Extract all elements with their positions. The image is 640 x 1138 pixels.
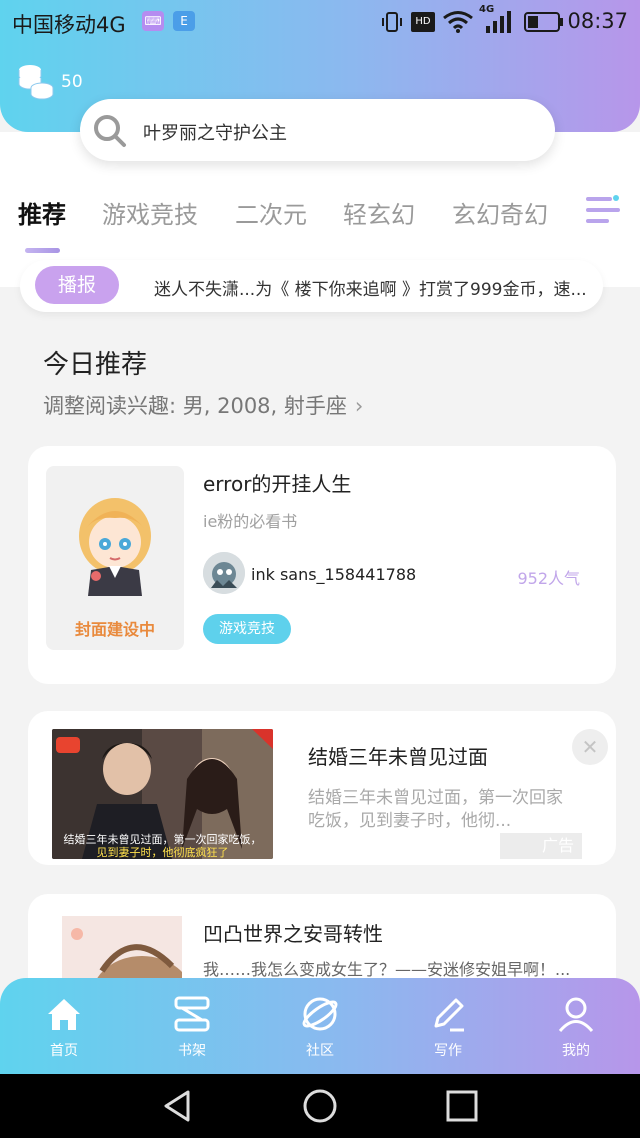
nav-label: 首页: [50, 1043, 78, 1059]
tab-gaming[interactable]: 游戏竞技: [102, 195, 198, 230]
tab-fantasy[interactable]: 玄幻奇幻: [452, 195, 548, 230]
hd-icon: HD: [411, 12, 435, 32]
nav-home[interactable]: 首页: [14, 978, 114, 1074]
author-name[interactable]: ink sans_158441788: [251, 565, 416, 584]
book-title[interactable]: 凹凸世界之安哥转性: [203, 918, 383, 947]
wifi-icon: [443, 11, 473, 33]
nav-label: 我的: [562, 1043, 590, 1059]
nav-bookshelf[interactable]: 书架: [142, 978, 242, 1074]
active-tab-indicator: [25, 248, 60, 253]
ad-thumbnail[interactable]: 结婚三年未曾见过面，第一次回家吃饭， 见到妻子时，他彻底疯狂了: [52, 729, 273, 859]
search-icon: [94, 115, 126, 147]
cover-placeholder-text: 封面建设中: [74, 620, 155, 639]
broadcast-text: 迷人不失潇...为《 楼下你来追啊 》打赏了999金币，速...: [154, 280, 587, 300]
user-icon: [558, 997, 594, 1033]
planet-icon: [302, 997, 338, 1031]
genre-tag[interactable]: 游戏竞技: [203, 614, 291, 644]
search-bar[interactable]: 叶罗丽之守护公主: [80, 99, 555, 161]
status-bar: 中国移动4G ⌨ E HD 4G 08:37: [0, 0, 640, 44]
pencil-icon: [434, 998, 464, 1032]
anime-girl-illustration: [79, 498, 151, 596]
section-title: 今日推荐: [43, 350, 148, 380]
nav-write[interactable]: 写作: [398, 978, 498, 1074]
nav-label: 写作: [434, 1043, 462, 1059]
book-description: ie粉的必看书: [203, 512, 298, 531]
bookshelf-icon: [174, 996, 210, 1032]
keyboard-icon: ⌨: [142, 11, 164, 31]
system-navigation-bar: [0, 1074, 640, 1138]
tab-anime[interactable]: 二次元: [235, 195, 307, 230]
close-icon: ✕: [581, 735, 599, 759]
home-icon: [48, 999, 80, 1030]
featured-book-card[interactable]: 封面建设中 error的开挂人生 ie粉的必看书 ink sans_158441…: [28, 446, 616, 684]
nav-label: 书架: [178, 1043, 206, 1059]
vibrate-icon: [382, 12, 402, 32]
popularity-count: 952人气: [517, 569, 580, 588]
battery-icon: [524, 12, 563, 32]
broadcast-label: 播报: [35, 266, 119, 304]
tab-light-fantasy[interactable]: 轻玄幻: [343, 195, 415, 230]
book-cover[interactable]: 封面建设中: [46, 466, 184, 650]
ad-title[interactable]: 结婚三年未曾见过面: [308, 741, 488, 770]
broadcast-bar[interactable]: 播报 迷人不失潇...为《 楼下你来追啊 》打赏了999金币，速...: [20, 260, 603, 312]
nav-profile[interactable]: 我的: [526, 978, 626, 1074]
recents-icon[interactable]: [444, 1088, 480, 1124]
close-ad-button[interactable]: ✕: [572, 729, 608, 765]
book-title[interactable]: error的开挂人生: [203, 468, 351, 497]
signal-icon: [486, 11, 511, 33]
nav-label: 社区: [306, 1043, 334, 1059]
ad-label: 广告: [500, 833, 582, 859]
ad-caption-line2: 见到妻子时，他彻底疯狂了: [96, 846, 229, 859]
ad-card[interactable]: 结婚三年未曾见过面，第一次回家吃饭， 见到妻子时，他彻底疯狂了 结婚三年未曾见过…: [28, 711, 616, 865]
ad-description: 结婚三年未曾见过面，第一次回家吃饭，见到妻子时，他彻...: [308, 788, 563, 831]
reading-interest-link[interactable]: 调整阅读兴趣: 男, 2008, 射手座 ›: [43, 390, 363, 420]
coin-count: 50: [61, 72, 83, 92]
chevron-right-icon: ›: [354, 394, 364, 418]
back-icon[interactable]: [160, 1088, 196, 1124]
avatar-image: [203, 552, 245, 594]
search-input[interactable]: 叶罗丽之守护公主: [143, 119, 287, 145]
nav-community[interactable]: 社区: [270, 978, 370, 1074]
coin-stack-icon[interactable]: [16, 62, 56, 102]
book-description: 我……我怎么变成女生了？——安迷修安姐早啊！...: [203, 960, 571, 979]
tab-recommend[interactable]: 推荐: [18, 195, 66, 230]
category-tabs: 推荐 游戏竞技 二次元 轻玄幻 玄幻奇幻: [0, 195, 640, 255]
author-avatar[interactable]: [203, 552, 245, 594]
clock: 08:37: [567, 9, 628, 33]
home-circle-icon[interactable]: [302, 1088, 338, 1124]
reading-interest-text: 调整阅读兴趣: 男, 2008, 射手座: [43, 394, 347, 418]
browser-notification-icon: E: [173, 11, 195, 31]
tab-menu-icon[interactable]: [585, 193, 621, 229]
carrier-label: 中国移动4G: [12, 13, 126, 37]
bottom-navigation: 首页 书架 社区 写作 我的: [0, 978, 640, 1074]
